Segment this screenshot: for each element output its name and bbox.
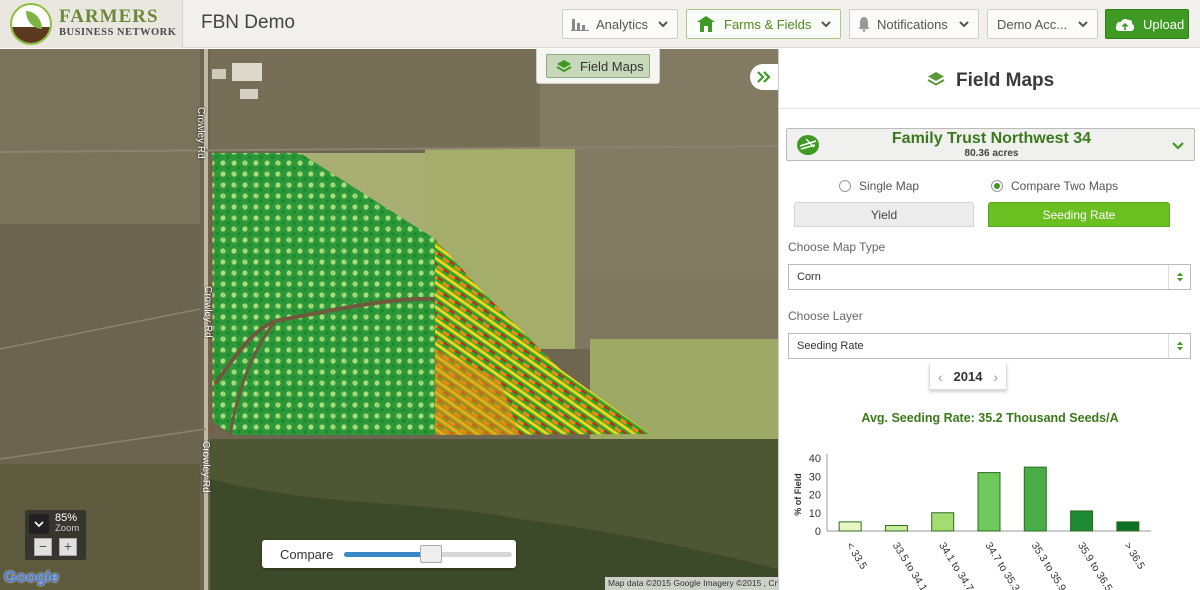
x-tick-label: < 33.5 [844, 540, 870, 571]
x-tick-label: 34.1 to 34.7 [936, 540, 976, 590]
x-tick-label: > 36.5 [1121, 540, 1147, 571]
logo-mark-icon [10, 3, 52, 45]
compare-two-maps-label: Compare Two Maps [1011, 179, 1119, 193]
layers-icon [927, 71, 945, 92]
layer-select[interactable]: Seeding Rate [788, 333, 1191, 359]
panel-header: Field Maps [779, 49, 1200, 109]
chevron-down-icon [34, 521, 44, 528]
histogram-bar [884, 525, 908, 532]
single-map-radio[interactable]: Single Map [839, 179, 919, 193]
zoom-out-button[interactable]: − [34, 538, 52, 556]
farms-fields-label: Farms & Fields [724, 16, 812, 32]
x-tick-label: 34.7 to 35.3 [982, 540, 1022, 590]
y-axis-label: % of Field [793, 473, 803, 516]
bell-icon [858, 16, 870, 32]
road-label: Crowley Rd [202, 286, 213, 338]
tab-yield[interactable]: Yield [794, 202, 974, 227]
panel-title: Field Maps [956, 70, 1055, 91]
y-tick-label: 40 [809, 453, 821, 465]
field-maps-toggle[interactable]: Field Maps [536, 49, 660, 84]
x-tick-label: 35.9 to 36.5 [1075, 540, 1115, 590]
chevron-left-icon[interactable]: ‹ [938, 369, 943, 385]
logo[interactable]: FARMERS BUSINESS NETWORK [0, 0, 183, 48]
field-maps-button[interactable]: Field Maps [546, 54, 650, 78]
histogram-bar [1070, 510, 1094, 532]
chevron-down-icon [1171, 139, 1185, 157]
account-label: Demo Acc... [997, 16, 1068, 32]
cloud-upload-icon [1115, 17, 1135, 32]
logo-subtitle: BUSINESS NETWORK [59, 27, 177, 38]
compare-slider-fill [344, 552, 432, 557]
x-tick-label: 33.5 to 34.1 [890, 540, 930, 590]
compare-slider[interactable] [344, 545, 512, 563]
histogram-bar [1116, 521, 1140, 532]
field-maps-tab-label: Field Maps [580, 58, 644, 74]
compare-label: Compare [280, 547, 334, 562]
select-arrows-icon [1168, 265, 1190, 289]
map-type-label: Choose Map Type [788, 240, 886, 254]
road-label: Crowley Rd [195, 107, 206, 159]
chevron-down-icon [958, 18, 970, 33]
map-type-select[interactable]: Corn [788, 264, 1191, 290]
field-maps-panel: Field Maps Family Trust Northwest 34 80.… [778, 49, 1200, 590]
notifications-menu-button[interactable]: Notifications [849, 9, 979, 39]
chevron-down-icon [1077, 18, 1089, 33]
compare-slider-handle[interactable] [420, 545, 443, 563]
histogram-bar [977, 472, 1001, 532]
x-tick-label: 35.3 to 35.9 [1029, 540, 1069, 590]
account-menu-button[interactable]: Demo Acc... [987, 9, 1098, 39]
upload-button[interactable]: Upload [1105, 9, 1189, 39]
map-imagery [0, 49, 778, 590]
layer-label: Choose Layer [788, 309, 863, 323]
y-tick-label: 20 [809, 490, 821, 502]
road-label: Crowley Rd [200, 441, 211, 493]
analytics-menu-button[interactable]: Analytics [562, 9, 678, 39]
field-acres: 80.36 acres [964, 148, 1019, 159]
top-bar: FARMERS BUSINESS NETWORK FBN Demo Analyt… [0, 0, 1200, 48]
map-type-value: Corn [797, 271, 821, 283]
chevron-down-icon [657, 18, 669, 33]
histogram-bar [1023, 466, 1047, 532]
y-tick-label: 10 [809, 508, 821, 520]
map-attribution[interactable]: Map data ©2015 Google Imagery ©2015 , Cn… [605, 577, 778, 590]
radio-indicator [991, 180, 1003, 192]
layer-value: Seeding Rate [797, 340, 864, 352]
year-value: 2014 [953, 369, 983, 384]
compare-two-maps-radio[interactable]: Compare Two Maps [991, 179, 1118, 193]
tab-seeding-rate[interactable]: Seeding Rate [988, 202, 1170, 227]
select-arrows-icon [1168, 334, 1190, 358]
notifications-label: Notifications [877, 16, 948, 32]
radio-indicator [839, 180, 851, 192]
double-chevron-right-icon [757, 71, 771, 83]
histogram-bar [931, 512, 955, 532]
logo-title: FARMERS [59, 6, 159, 27]
histogram-bar [838, 521, 862, 532]
year-selector: ‹ 2014 › [929, 364, 1007, 390]
chevron-down-icon [820, 18, 832, 33]
field-selector[interactable]: Family Trust Northwest 34 80.36 acres [786, 128, 1195, 161]
y-tick-label: 0 [815, 526, 821, 538]
analytics-label: Analytics [596, 16, 649, 32]
zoom-dropdown-button[interactable] [29, 514, 49, 534]
farm-icon [695, 15, 717, 33]
farms-fields-menu-button[interactable]: Farms & Fields [686, 9, 841, 39]
layers-icon [556, 59, 572, 73]
field-name: Family Trust Northwest 34 [891, 130, 1092, 147]
compare-control: Compare [262, 540, 516, 568]
app-title: FBN Demo [201, 12, 295, 33]
seeding-rate-histogram: 010203040% of Field< 33.5 33.5 to 34.1 34.… [793, 453, 1151, 590]
satellite-map[interactable]: Crowley Rd Crowley Rd Crowley Rd Field M… [0, 49, 778, 590]
single-map-label: Single Map [859, 179, 920, 193]
bar-chart-icon [571, 17, 589, 31]
zoom-label: Zoom [55, 523, 80, 534]
y-tick-label: 30 [809, 471, 821, 483]
zoom-in-button[interactable]: + [59, 538, 77, 556]
average-seeding-rate: Avg. Seeding Rate: 35.2 Thousand Seeds/A [861, 411, 1119, 425]
zoom-control: 85% Zoom − + [25, 510, 86, 560]
chevron-right-icon[interactable]: › [993, 369, 998, 385]
google-logo: Google [4, 569, 60, 586]
upload-label: Upload [1143, 16, 1185, 32]
collapse-panel-button[interactable] [750, 64, 778, 90]
